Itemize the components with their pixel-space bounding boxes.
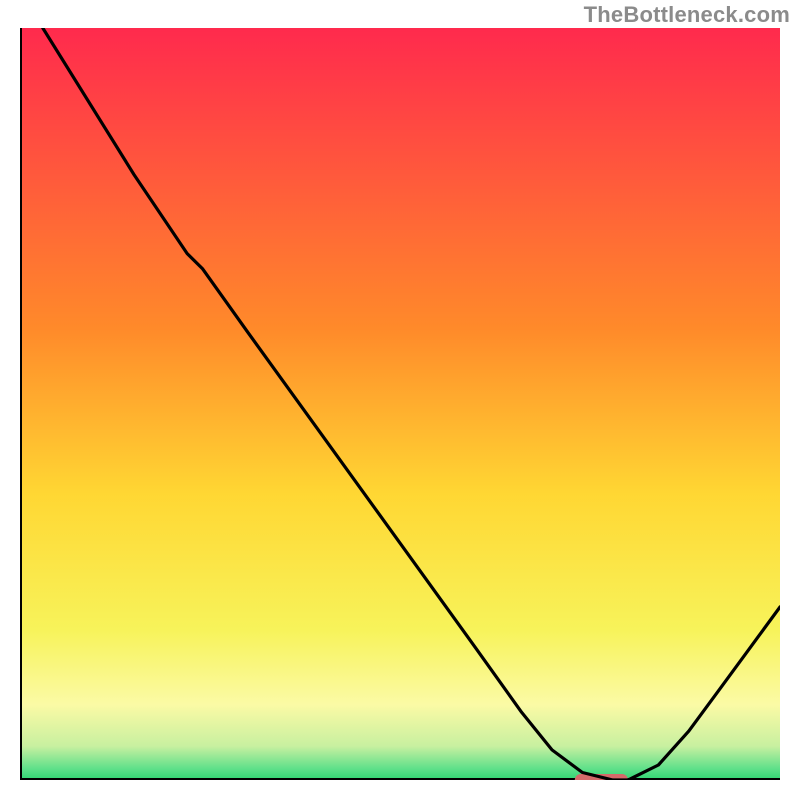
bottleneck-chart [20,28,780,780]
chart-container: TheBottleneck.com [0,0,800,800]
chart-background [20,28,780,780]
watermark-text: TheBottleneck.com [584,2,790,28]
